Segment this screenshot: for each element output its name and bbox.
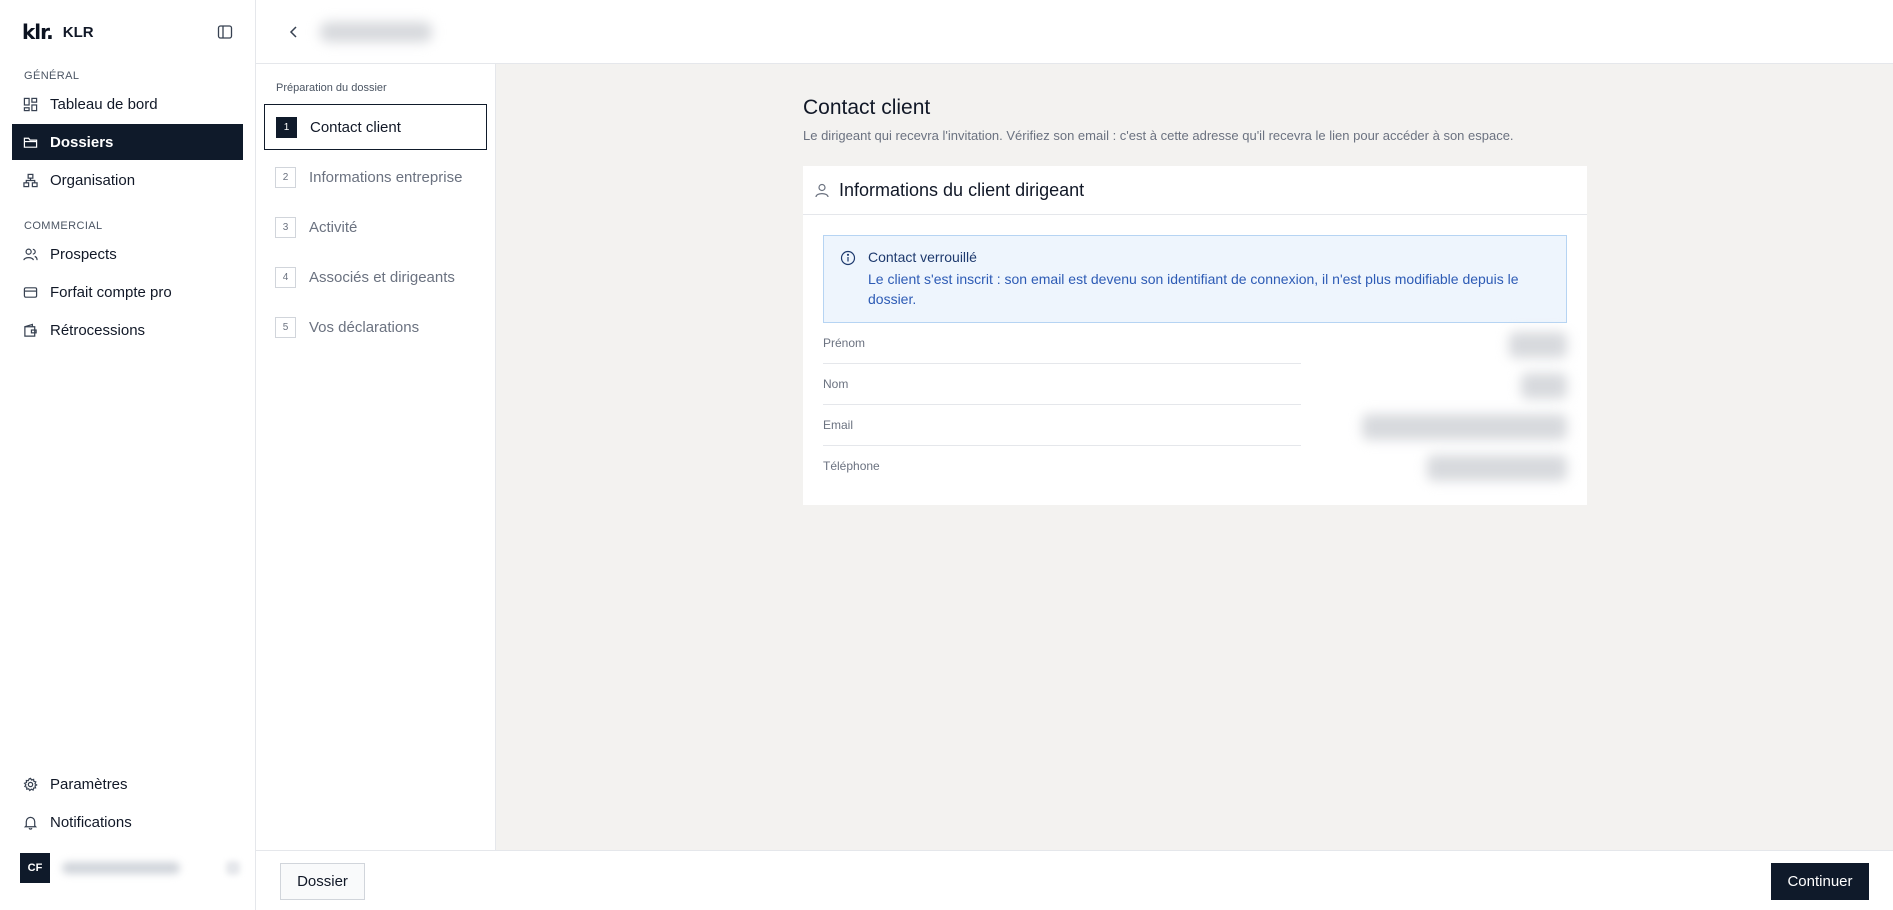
step-label: Contact client [310, 118, 401, 136]
step-label: Informations entreprise [309, 168, 463, 186]
step-vos-declarations[interactable]: 5 Vos déclarations [264, 304, 487, 350]
field-divider [823, 445, 1301, 446]
info-icon [840, 250, 856, 266]
page-title: Contact client [803, 96, 931, 119]
card-title: Informations du client dirigeant [839, 179, 1085, 200]
avatar: CF [20, 853, 50, 883]
field-value-redacted [1362, 414, 1567, 440]
sidebar-toggle-icon[interactable] [215, 22, 235, 42]
brand[interactable]: klr. KLR [22, 20, 94, 44]
field-value-redacted [1521, 373, 1567, 399]
bottom-action-bar: Dossier Continuer [256, 850, 1893, 910]
sidebar-item-label: Dossiers [50, 133, 114, 151]
field-divider [823, 404, 1301, 405]
sidebar-item-prospects[interactable]: Prospects [12, 236, 243, 272]
gear-icon [22, 776, 38, 792]
step-activite[interactable]: 3 Activité [264, 204, 487, 250]
field-value-redacted [1427, 455, 1567, 481]
breadcrumb-redacted [320, 22, 432, 42]
field-label: Téléphone [823, 459, 880, 473]
field-label: Nom [823, 377, 849, 391]
org-icon [22, 172, 38, 188]
alert-text: Le client s'est inscrit : son email est … [868, 271, 1519, 307]
main-content: Contact client Le dirigeant qui recevra … [803, 96, 1587, 505]
folder-icon [22, 134, 38, 150]
field-prenom: Prénom [823, 329, 1567, 370]
sidebar-item-dashboard[interactable]: Tableau de bord [12, 86, 243, 122]
step-number: 4 [275, 266, 296, 288]
sidebar-item-dossiers[interactable]: Dossiers [12, 124, 243, 160]
sidebar: klr. KLR GÉNÉRAL Tableau de bord Dossier… [0, 0, 256, 910]
field-telephone: Téléphone [823, 452, 1567, 493]
step-number: 2 [275, 166, 296, 188]
card-header: Informations du client dirigeant [803, 166, 1587, 215]
locked-contact-alert: Contact verrouillé Le client s'est inscr… [823, 235, 1567, 323]
user-menu[interactable]: CF [20, 851, 240, 885]
client-info-card: Informations du client dirigeant Contact… [803, 166, 1587, 505]
page-subtitle: Le dirigeant qui recevra l'invitation. V… [803, 128, 1514, 143]
user-menu-chevron-icon[interactable] [226, 861, 240, 875]
app-name: KLR [62, 23, 94, 41]
sidebar-item-retrocessions[interactable]: Rétrocessions [12, 312, 243, 348]
bell-icon [22, 814, 38, 830]
dossier-button[interactable]: Dossier [280, 863, 365, 900]
topbar [256, 0, 1893, 64]
step-number: 3 [275, 216, 296, 238]
steps-panel: Préparation du dossier 1 Contact client … [256, 64, 496, 850]
field-divider [823, 363, 1301, 364]
steps-title: Préparation du dossier [276, 82, 387, 94]
klr-logo: klr. [22, 20, 54, 44]
sidebar-item-forfait[interactable]: Forfait compte pro [12, 274, 243, 310]
sidebar-item-label: Notifications [50, 813, 132, 831]
sidebar-item-organisation[interactable]: Organisation [12, 162, 243, 198]
user-name-redacted [62, 862, 180, 874]
field-email: Email [823, 411, 1567, 452]
step-informations-entreprise[interactable]: 2 Informations entreprise [264, 154, 487, 200]
dashboard-icon [22, 96, 38, 112]
step-associes-dirigeants[interactable]: 4 Associés et dirigeants [264, 254, 487, 300]
step-label: Activité [309, 218, 358, 236]
step-contact-client[interactable]: 1 Contact client [264, 104, 487, 150]
field-nom: Nom [823, 370, 1567, 411]
sidebar-item-label: Forfait compte pro [50, 283, 172, 301]
field-label: Prénom [823, 336, 866, 350]
continue-button[interactable]: Continuer [1771, 863, 1869, 900]
section-general: GÉNÉRAL [24, 70, 80, 82]
users-icon [22, 246, 38, 262]
user-icon [815, 182, 831, 198]
sidebar-item-label: Prospects [50, 245, 117, 263]
wallet-icon [22, 322, 38, 338]
step-number: 5 [275, 316, 296, 338]
alert-title: Contact verrouillé [868, 249, 977, 265]
sidebar-item-label: Paramètres [50, 775, 128, 793]
sidebar-item-label: Organisation [50, 171, 136, 189]
card-icon [22, 284, 38, 300]
back-chevron-icon[interactable] [286, 22, 302, 42]
sidebar-item-label: Tableau de bord [50, 95, 158, 113]
sidebar-item-label: Rétrocessions [50, 321, 146, 339]
sidebar-item-notifications[interactable]: Notifications [12, 804, 243, 840]
section-commercial: COMMERCIAL [24, 220, 103, 232]
field-value-redacted [1509, 332, 1567, 358]
step-number: 1 [276, 116, 297, 138]
field-label: Email [823, 418, 854, 432]
step-label: Vos déclarations [309, 318, 420, 336]
sidebar-item-parametres[interactable]: Paramètres [12, 766, 243, 802]
step-label: Associés et dirigeants [309, 268, 455, 286]
